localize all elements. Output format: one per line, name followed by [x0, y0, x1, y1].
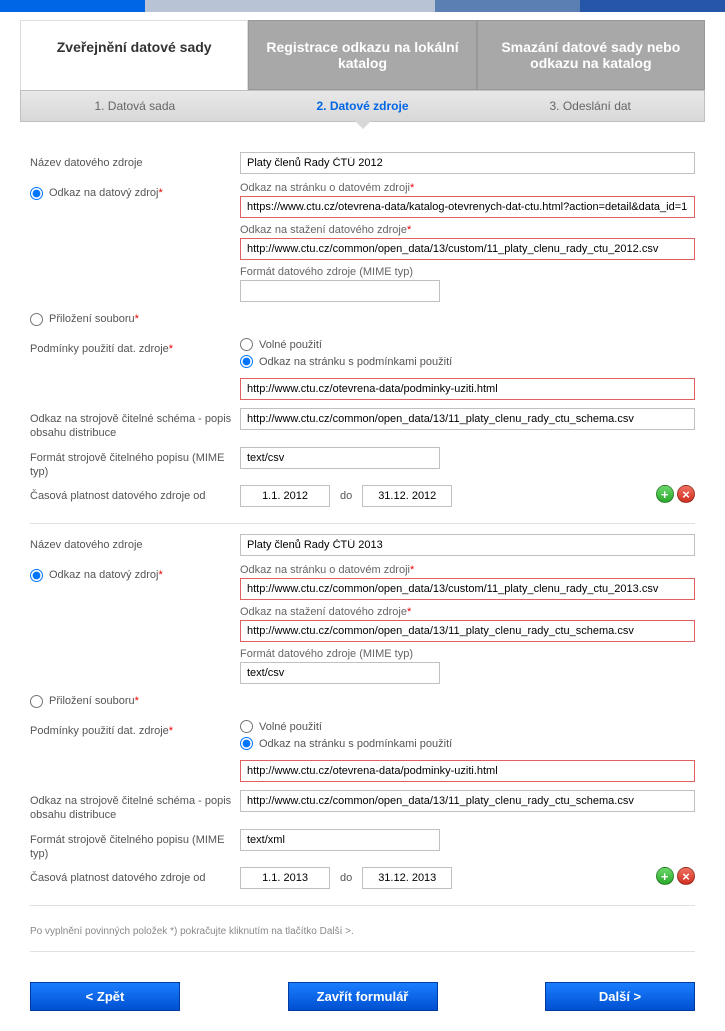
sublabel-mime: Formát datového zdroje (MIME typ)	[240, 266, 695, 278]
sublabel-mime: Formát datového zdroje (MIME typ)	[240, 648, 695, 660]
close-form-button[interactable]: Zavřít formulář	[288, 982, 438, 1011]
label-file-attach: Přiložení souboru*	[49, 694, 139, 708]
radio-free-use[interactable]	[240, 338, 253, 351]
label-usage-terms: Podmínky použití dat. zdroje*	[30, 720, 240, 738]
step-2[interactable]: 2. Datové zdroje	[249, 91, 477, 121]
label-do: do	[340, 872, 352, 884]
tab-delete[interactable]: Smazání datové sady nebo odkazu na katal…	[477, 20, 705, 90]
label-file-attach: Přiložení souboru*	[49, 312, 139, 326]
nav-buttons-row: < Zpět Zavřít formulář Další >	[0, 972, 725, 1031]
mime-input[interactable]	[240, 662, 440, 684]
back-button[interactable]: < Zpět	[30, 982, 180, 1011]
step-3[interactable]: 3. Odeslání dat	[476, 91, 704, 121]
label-free-use: Volné použití	[259, 339, 322, 351]
source-name-input[interactable]	[240, 534, 695, 556]
divider	[30, 905, 695, 906]
source-name-input[interactable]	[240, 152, 695, 174]
page-link-input[interactable]	[240, 196, 695, 218]
sublabel-download-link: Odkaz na stažení datového zdroje*	[240, 224, 695, 236]
label-free-use: Volné použití	[259, 721, 322, 733]
date-to-input[interactable]	[362, 867, 452, 889]
radio-file-attach[interactable]	[30, 313, 43, 326]
label-usage-terms: Podmínky použití dat. zdroje*	[30, 338, 240, 356]
add-icon[interactable]: +	[656, 867, 674, 885]
label-link-source: Odkaz na datový zdroj*	[49, 186, 163, 200]
delete-icon[interactable]: ×	[677, 867, 695, 885]
schema-link-input[interactable]	[240, 790, 695, 812]
step-1[interactable]: 1. Datová sada	[21, 91, 249, 121]
date-from-input[interactable]	[240, 485, 330, 507]
next-button[interactable]: Další >	[545, 982, 695, 1011]
label-valid-from: Časová platnost datového zdroje od	[30, 485, 240, 503]
sublabel-page-link: Odkaz na stránku o datovém zdroji*	[240, 564, 695, 576]
label-schema-link: Odkaz na strojově čitelné schéma - popis…	[30, 790, 240, 823]
page-link-input[interactable]	[240, 578, 695, 600]
mime-input[interactable]	[240, 280, 440, 302]
label-valid-from: Časová platnost datového zdroje od	[30, 867, 240, 885]
label-do: do	[340, 490, 352, 502]
tab-register[interactable]: Registrace odkazu na lokální katalog	[248, 20, 476, 90]
label-schema-link: Odkaz na strojově čitelné schéma - popis…	[30, 408, 240, 441]
add-icon[interactable]: +	[656, 485, 674, 503]
delete-icon[interactable]: ×	[677, 485, 695, 503]
label-machine-format: Formát strojově čitelného popisu (MIME t…	[30, 447, 240, 480]
radio-terms-link[interactable]	[240, 355, 253, 368]
divider	[30, 951, 695, 952]
label-terms-link-radio: Odkaz na stránku s podmínkami použití	[259, 738, 452, 750]
machine-format-input[interactable]	[240, 447, 440, 469]
steps-bar: 1. Datová sada 2. Datové zdroje 3. Odesl…	[20, 90, 705, 122]
source-block: Název datového zdroje Odkaz na datový zd…	[30, 142, 695, 524]
radio-free-use[interactable]	[240, 720, 253, 733]
step-pointer-icon	[355, 121, 371, 129]
top-decorative-bar	[0, 0, 725, 12]
hint-text: Po vyplnění povinných položek *) pokraču…	[30, 926, 695, 937]
download-link-input[interactable]	[240, 620, 695, 642]
radio-link-source[interactable]	[30, 187, 43, 200]
terms-link-input[interactable]	[240, 378, 695, 400]
radio-link-source[interactable]	[30, 569, 43, 582]
schema-link-input[interactable]	[240, 408, 695, 430]
radio-terms-link[interactable]	[240, 737, 253, 750]
terms-link-input[interactable]	[240, 760, 695, 782]
radio-file-attach[interactable]	[30, 695, 43, 708]
sublabel-page-link: Odkaz na stránku o datovém zdroji*	[240, 182, 695, 194]
sublabel-download-link: Odkaz na stažení datového zdroje*	[240, 606, 695, 618]
main-tabs: Zveřejnění datové sady Registrace odkazu…	[0, 20, 725, 90]
source-block: Název datového zdroje Odkaz na datový zd…	[30, 524, 695, 906]
label-link-source: Odkaz na datový zdroj*	[49, 568, 163, 582]
date-from-input[interactable]	[240, 867, 330, 889]
download-link-input[interactable]	[240, 238, 695, 260]
label-source-name: Název datového zdroje	[30, 534, 240, 552]
label-source-name: Název datového zdroje	[30, 152, 240, 170]
machine-format-input[interactable]	[240, 829, 440, 851]
label-terms-link-radio: Odkaz na stránku s podmínkami použití	[259, 356, 452, 368]
label-machine-format: Formát strojově čitelného popisu (MIME t…	[30, 829, 240, 862]
tab-publish[interactable]: Zveřejnění datové sady	[20, 20, 248, 90]
date-to-input[interactable]	[362, 485, 452, 507]
